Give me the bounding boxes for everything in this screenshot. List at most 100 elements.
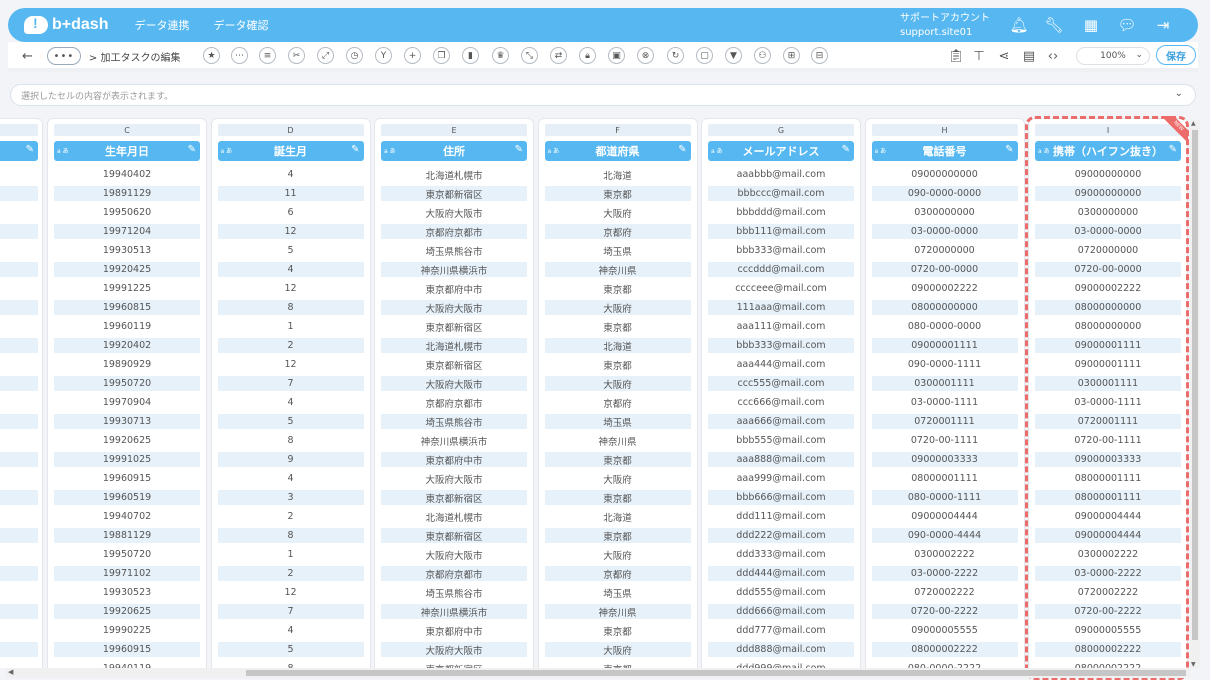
- table-cell[interactable]: 大阪府大阪市: [381, 547, 527, 562]
- table-cell[interactable]: 09000000000: [1035, 167, 1181, 182]
- table-cell[interactable]: 東京都新宿区: [381, 186, 527, 201]
- table-cell[interactable]: 19940119: [54, 661, 200, 668]
- pencil-icon[interactable]: ✎: [188, 144, 196, 155]
- scroll-left-icon[interactable]: ◀: [8, 668, 13, 676]
- filter-icon[interactable]: ▼: [725, 47, 742, 64]
- table-cell[interactable]: 19920402: [54, 338, 200, 353]
- table-cell[interactable]: 0300001111: [871, 376, 1018, 391]
- account-info[interactable]: サポートアカウント support.site01: [900, 12, 990, 40]
- table-cell[interactable]: 0720-00-0000: [871, 262, 1018, 277]
- table-cell[interactable]: 京都府: [545, 395, 691, 410]
- table-cell[interactable]: 東京都新宿区: [381, 490, 527, 505]
- table-cell[interactable]: 京都府京都市: [381, 395, 527, 410]
- table-cell[interactable]: 埼玉県: [545, 585, 691, 600]
- grid-apps-icon[interactable]: ▦: [1082, 16, 1100, 34]
- table-cell[interactable]: 03-0000-2222: [1035, 566, 1181, 581]
- box-icon[interactable]: ▣: [608, 47, 625, 64]
- table-cell[interactable]: 神奈川県横浜市: [381, 262, 527, 277]
- table-cell[interactable]: 19960519: [54, 490, 200, 505]
- vertical-scrollbar[interactable]: ▲ ▼: [1190, 120, 1200, 668]
- column-header[interactable]: a あ 都道府県 ✎: [544, 141, 691, 161]
- table-cell[interactable]: ccc555@mail.com: [708, 376, 854, 391]
- share-icon[interactable]: ⋖: [995, 47, 1013, 65]
- table-cell[interactable]: 111aaa@mail.com: [708, 300, 854, 315]
- column-header[interactable]: ✎: [0, 141, 38, 161]
- table-cell[interactable]: 東京都: [544, 452, 691, 467]
- table-cell[interactable]: 19920425: [54, 262, 200, 277]
- table-cell[interactable]: 03-0000-2222: [871, 566, 1018, 581]
- column-letter[interactable]: D: [217, 124, 364, 136]
- table-cell[interactable]: 19991025: [54, 452, 200, 467]
- table-cell[interactable]: 埼玉県熊谷市: [381, 414, 527, 429]
- copy-icon[interactable]: ❐: [433, 47, 450, 64]
- table-cell[interactable]: 19940702: [54, 509, 200, 524]
- table-cell[interactable]: 大阪府: [544, 376, 691, 391]
- table-cell[interactable]: 北海道札幌市: [381, 509, 527, 524]
- table-cell[interactable]: [0, 452, 38, 467]
- table-cell[interactable]: 09000003333: [871, 452, 1018, 467]
- table-cell[interactable]: 09000001111: [871, 338, 1018, 353]
- formula-bar[interactable]: 選択したセルの内容が表示されます。 ⌄: [10, 84, 1196, 106]
- table-cell[interactable]: 08000000000: [871, 300, 1018, 315]
- table-cell[interactable]: 19971102: [54, 566, 200, 581]
- remove-circle-icon[interactable]: ⊗: [637, 47, 654, 64]
- table-cell[interactable]: 神奈川県横浜市: [381, 433, 527, 448]
- table-cell[interactable]: aaabbb@mail.com: [708, 167, 854, 182]
- table-cell[interactable]: ddd666@mail.com: [708, 604, 854, 619]
- back-arrow-icon[interactable]: ←: [22, 49, 33, 64]
- table-cell[interactable]: 北海道: [545, 509, 691, 524]
- logo[interactable]: b+dash: [24, 15, 108, 34]
- table-cell[interactable]: 12: [218, 281, 364, 296]
- table-cell[interactable]: 08000001111: [1035, 490, 1181, 505]
- table-cell[interactable]: 19950720: [54, 376, 200, 391]
- table-cell[interactable]: 09000005555: [872, 623, 1018, 638]
- table-cell[interactable]: [0, 490, 38, 505]
- table-cell[interactable]: 東京都新宿区: [381, 319, 527, 334]
- table-cell[interactable]: 19930513: [54, 243, 200, 258]
- table-cell[interactable]: 4: [218, 623, 364, 638]
- table-cell[interactable]: 19991225: [54, 281, 200, 296]
- column-letter[interactable]: E: [381, 124, 527, 136]
- table-cell[interactable]: [0, 300, 38, 315]
- nav-data-link[interactable]: データ連携: [134, 17, 189, 33]
- bell-icon[interactable]: 🔔︎: [1009, 16, 1028, 34]
- table-cell[interactable]: 東京都: [545, 319, 691, 334]
- timer-icon[interactable]: ◷: [346, 47, 363, 64]
- table-cell[interactable]: 大阪府大阪市: [381, 376, 527, 391]
- table-cell[interactable]: 09000001111: [1035, 357, 1181, 372]
- table-cell[interactable]: 19940402: [54, 167, 200, 182]
- table-cell[interactable]: 19970904: [54, 395, 200, 410]
- trash-icon[interactable]: ▮: [462, 47, 479, 64]
- table-cell[interactable]: 大阪府大阪市: [381, 300, 527, 315]
- scroll-up-icon[interactable]: ▲: [1191, 120, 1196, 127]
- column-header[interactable]: a あ 生年月日 ✎: [54, 141, 200, 161]
- save-button[interactable]: 保存: [1156, 45, 1196, 65]
- column-header[interactable]: a あ 電話番号 ✎: [871, 141, 1018, 161]
- table-cell[interactable]: 0720000000: [872, 243, 1018, 258]
- star-icon[interactable]: ★: [203, 47, 220, 64]
- table-cell[interactable]: 東京都新宿区: [381, 357, 527, 372]
- table-cell[interactable]: 4: [218, 167, 364, 182]
- table-cell[interactable]: bbbddd@mail.com: [708, 205, 854, 220]
- table-cell[interactable]: 3: [217, 490, 364, 505]
- table-cell[interactable]: 0300001111: [1035, 376, 1181, 391]
- table-cell[interactable]: ddd555@mail.com: [708, 585, 854, 600]
- table-cell[interactable]: 京都府: [544, 224, 691, 239]
- table-cell[interactable]: 03-0000-0000: [871, 224, 1018, 239]
- table-cell[interactable]: 東京都: [545, 623, 691, 638]
- table-cell[interactable]: 090-0000-4444: [871, 528, 1018, 543]
- table-cell[interactable]: 東京都新宿区: [381, 661, 527, 669]
- table-cell[interactable]: 0300000000: [1035, 205, 1181, 220]
- table-cell[interactable]: 東京都: [544, 490, 691, 505]
- table-cell[interactable]: [0, 186, 38, 201]
- table-cell[interactable]: 5: [217, 414, 364, 429]
- table-cell[interactable]: 東京都府中市: [381, 281, 527, 296]
- column-letter[interactable]: H: [871, 124, 1018, 136]
- column-letter[interactable]: F: [544, 124, 691, 136]
- table-cell[interactable]: 7: [217, 376, 364, 391]
- table-cell[interactable]: 6: [218, 205, 364, 220]
- table-cell[interactable]: 08000002222: [1035, 661, 1181, 668]
- table-cell[interactable]: 09000002222: [872, 281, 1018, 296]
- table-cell[interactable]: 09000004444: [1035, 528, 1181, 543]
- table-cell[interactable]: ccc666@mail.com: [708, 395, 854, 410]
